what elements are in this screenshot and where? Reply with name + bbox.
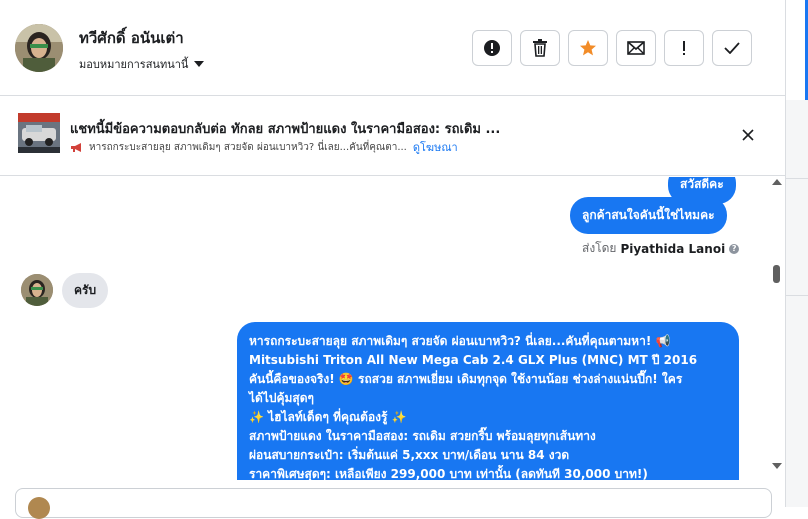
trash-icon [533, 39, 547, 57]
envelope-icon [627, 41, 645, 55]
mark-done-button[interactable] [712, 30, 752, 66]
message-composer[interactable] [15, 488, 772, 519]
message-line: Mitsubishi Triton All New Mega Cab 2.4 G… [249, 353, 698, 367]
ad-reply-banner: แชทนี้มีข้อความตอบกลับต่อ ทักลย สภาพป้าย… [0, 96, 786, 176]
scroll-up-arrow-icon[interactable] [772, 179, 782, 185]
ad-title: แชทนี้มีข้อความตอบกลับต่อ ทักลย สภาพป้าย… [70, 122, 501, 137]
message-bubble-outgoing-long: หารถกระบะสายลุย สภาพเดิมๆ สวยจัด ผ่อนเบา… [237, 322, 739, 480]
exclamation-icon [683, 41, 685, 55]
info-icon[interactable]: ? [729, 243, 740, 254]
delete-button[interactable] [520, 30, 560, 66]
sent-by-name: Piyathida Lanoi [620, 241, 726, 256]
caret-down-icon [194, 61, 205, 67]
ad-thumbnail[interactable] [18, 113, 60, 153]
megaphone-icon [71, 142, 81, 152]
thread-scrollbar[interactable] [770, 177, 784, 480]
ad-subtitle-row: หารถกระบะสายลุย สภาพเดิมๆ สวยจัด ผ่อนเบา… [70, 138, 458, 156]
conversation-panel: ทวีศักดิ์ อนันเต่า มอบหมายการสนทนานี้ แช… [0, 0, 786, 519]
ad-preview-text: หารถกระบะสายลุย สภาพเดิมๆ สวยจัด ผ่อนเบา… [89, 141, 407, 153]
message-line: สภาพป้ายแดง ในราคามือสอง: รถเดิม สวยกริ๊… [249, 429, 596, 443]
star-button[interactable] [568, 30, 608, 66]
mark-spam-button[interactable] [472, 30, 512, 66]
page-avatar [28, 497, 50, 519]
message-bubble-outgoing: ลูกค้าสนใจคันนี้ใช่ไหมคะ [570, 197, 727, 234]
avatar[interactable] [15, 24, 63, 72]
close-banner-button[interactable] [737, 124, 759, 146]
contact-avatar[interactable] [21, 274, 53, 306]
divider [786, 178, 808, 179]
divider [786, 295, 808, 296]
exclamation-circle-icon [484, 40, 500, 56]
header-actions [472, 30, 752, 66]
message-thread: สวัสดีคะ ลูกค้าสนใจคันนี้ใช่ไหมคะ ส่งโดย… [0, 177, 786, 480]
check-icon [724, 42, 740, 54]
message-line: หารถกระบะสายลุย สภาพเดิมๆ สวยจัด ผ่อนเบา… [249, 334, 671, 348]
message-line: ได้ไปคุ้มสุดๆ [249, 391, 314, 405]
message-line: ผ่อนสบายกระเป๋า: เริ่มต้นแค่ 5,xxx บาท/เ… [249, 448, 570, 462]
right-side-strip [786, 0, 808, 507]
assign-conversation-dropdown[interactable]: มอบหมายการสนทนานี้ [79, 55, 205, 73]
contact-name: ทวีศักดิ์ อนันเต่า [79, 29, 184, 47]
sent-by-label: ส่งโดย Piyathida Lanoi ? [582, 239, 740, 258]
star-icon [580, 40, 596, 56]
sent-by-prefix: ส่งโดย [582, 241, 617, 255]
message-bubble-incoming: ครับ [62, 273, 109, 308]
assign-label: มอบหมายการสนทนานี้ [79, 58, 189, 71]
message-line: ✨ ไฮไลท์เด็ดๆ ที่คุณต้องรู้ ✨ [249, 410, 407, 424]
scroll-down-arrow-icon[interactable] [772, 463, 782, 469]
scrollbar-thumb[interactable] [773, 265, 780, 283]
side-panel-edge [786, 0, 808, 100]
view-ad-link[interactable]: ดูโฆษณา [413, 138, 458, 156]
mark-unread-button[interactable] [616, 30, 656, 66]
follow-up-button[interactable] [664, 30, 704, 66]
message-line: ราคาพิเศษสุดๆ: เหลือเพียง 299,000 บาท เท… [249, 467, 648, 480]
message-line: คันนี้คือของจริง! 🤩 รถสวย สภาพเยี่ยม เดิ… [249, 372, 683, 386]
conversation-header: ทวีศักดิ์ อนันเต่า มอบหมายการสนทนานี้ [0, 0, 786, 96]
close-icon [742, 129, 754, 141]
